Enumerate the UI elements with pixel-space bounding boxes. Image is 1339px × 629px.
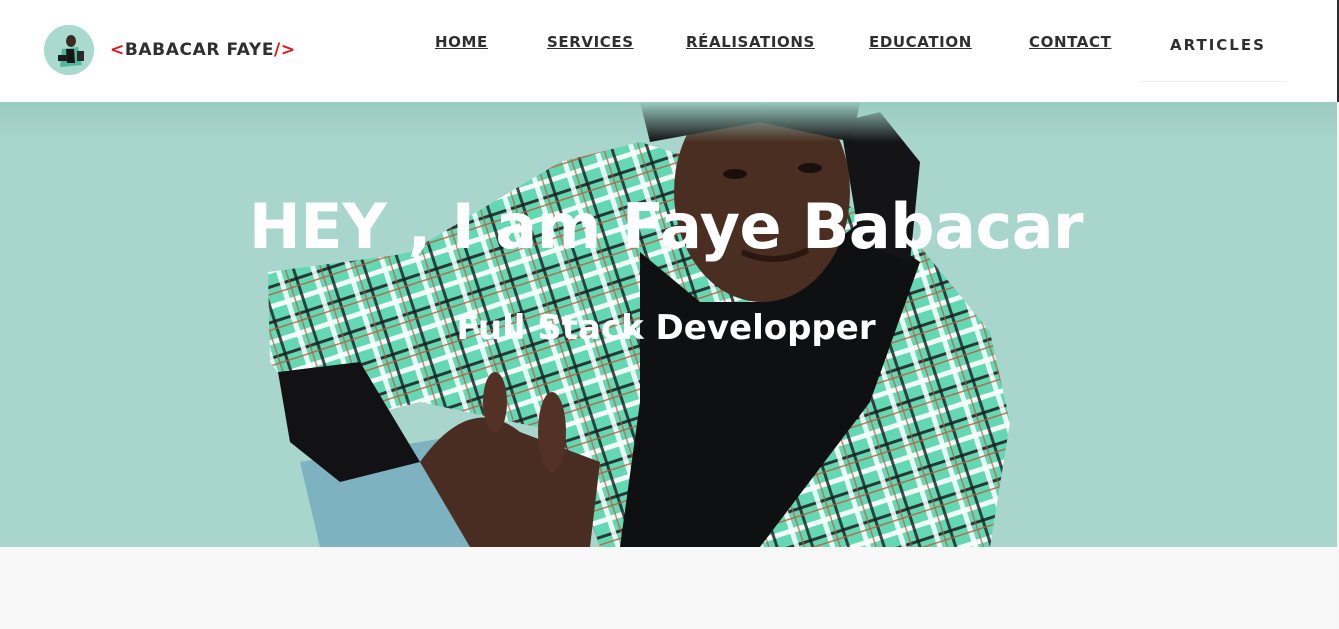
main-nav: HOME SERVICES RÉALISATIONS EDUCATION CON…: [0, 33, 1337, 53]
hero-section: HEY , I am Faye Babacar Full Stack Devel…: [0, 102, 1337, 547]
nav-education-link[interactable]: EDUCATION: [869, 33, 972, 51]
nav-articles-label: ARTICLES: [1170, 36, 1266, 54]
hero-top-shadow: [0, 102, 1337, 142]
hero-subtitle: Full Stack Developper: [456, 308, 876, 348]
site-header: <BABACAR FAYE/> HOME SERVICES RÉALISATIO…: [0, 0, 1339, 102]
nav-home-link[interactable]: HOME: [435, 33, 488, 51]
content-section: [0, 547, 1337, 629]
nav-realisations-link[interactable]: RÉALISATIONS: [686, 33, 815, 51]
nav-articles-tab[interactable]: ARTICLES: [1140, 0, 1287, 82]
nav-services-link[interactable]: SERVICES: [547, 33, 634, 51]
hero-title: HEY , I am Faye Babacar: [248, 190, 1084, 263]
nav-contact-link[interactable]: CONTACT: [1029, 33, 1111, 51]
